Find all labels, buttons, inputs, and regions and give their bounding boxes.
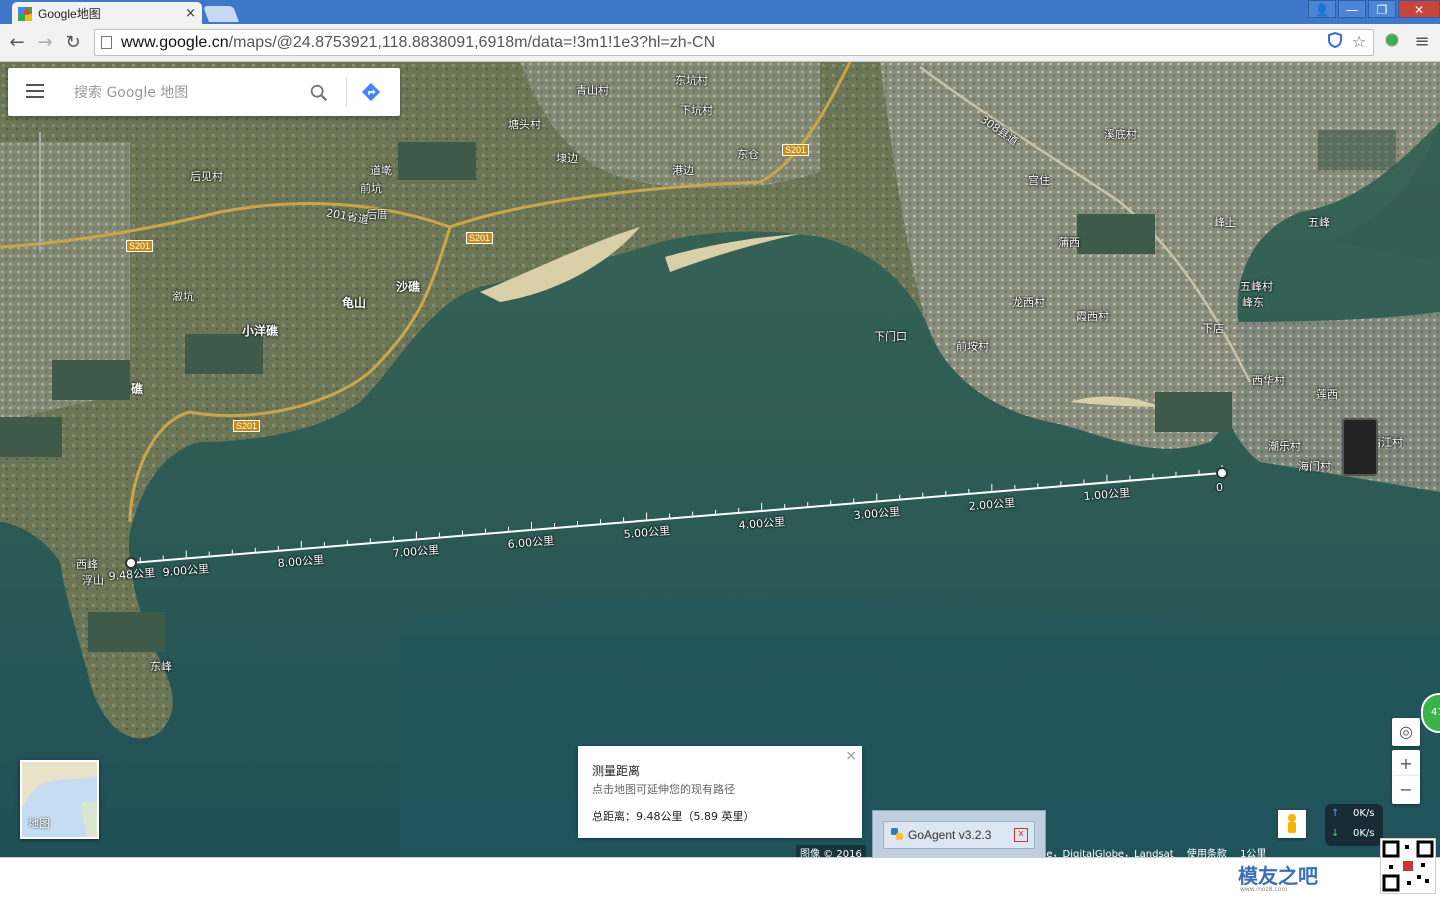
upload-arrow-icon: ↑ — [1331, 808, 1340, 819]
goagent-label: GoAgent v3.2.3 — [908, 828, 992, 842]
tab-close-icon[interactable]: × — [185, 6, 196, 21]
qr-code-icon — [1380, 838, 1436, 894]
satellite-map[interactable]: 青山村 东坑村 下坑村 塘头村 埭边 港边 东仓 后见村 道墘 前坑 后厝 20… — [0, 62, 1440, 857]
google-maps-icon — [18, 6, 32, 21]
pegman-icon[interactable] — [1278, 810, 1306, 838]
reload-button[interactable]: ↻ — [62, 32, 84, 54]
browser-toolbar: ← → ↻ www.google.cn/maps/@24.8753921,118… — [0, 24, 1440, 62]
ruler-start-point[interactable] — [1216, 467, 1228, 479]
address-bar[interactable]: www.google.cn/maps/@24.8753921,118.88380… — [94, 29, 1374, 56]
zoom-out-button[interactable]: − — [1392, 776, 1420, 804]
download-arrow-icon: ↓ — [1331, 828, 1340, 839]
attribution: 图像 © 2016 — [796, 845, 866, 860]
minimize-button[interactable]: — — [1338, 0, 1366, 18]
window-titlebar: Google地图 × 👤 — ❐ ✕ — [0, 0, 1440, 24]
browser-tab[interactable]: Google地图 × — [12, 2, 202, 24]
my-location-button[interactable]: ◎ — [1392, 718, 1420, 746]
page-icon — [101, 36, 112, 49]
upload-speed: 0K/s — [1353, 808, 1375, 819]
close-icon[interactable]: x — [1014, 828, 1028, 842]
chrome-menu-icon[interactable]: ≡ — [1412, 32, 1432, 52]
minimap-label: 地图 — [28, 817, 50, 830]
download-speed: 0K/s — [1353, 828, 1375, 839]
tab-title: Google地图 — [38, 6, 101, 21]
divider — [346, 78, 347, 106]
maximize-button[interactable]: ❐ — [1368, 0, 1396, 18]
map-type-toggle[interactable]: 地图 — [20, 760, 99, 839]
goagent-item[interactable]: GoAgent v3.2.3 x — [883, 821, 1035, 849]
menu-icon[interactable] — [26, 84, 44, 98]
directions-icon[interactable] — [360, 81, 382, 103]
measure-title: 测量距离 — [592, 764, 641, 778]
zoom-in-button[interactable]: + — [1392, 750, 1420, 778]
close-window-button[interactable]: ✕ — [1398, 0, 1440, 18]
bookmark-star-icon[interactable]: ☆ — [1349, 32, 1369, 52]
watermark-logo: 模友之吧 — [1238, 864, 1318, 888]
measure-distance-card: 测量距离 点击地图可延伸您的现有路径 总距离：9.48公里（5.89 英里） × — [578, 746, 862, 838]
search-box — [8, 68, 400, 116]
phone-widget-icon[interactable] — [1342, 418, 1378, 476]
url-text: www.google.cn/maps/@24.8753921,118.88380… — [121, 34, 716, 51]
search-icon[interactable] — [308, 82, 330, 104]
extension-green-icon[interactable] — [1382, 32, 1402, 52]
close-icon[interactable]: × — [845, 748, 857, 764]
python-icon — [890, 826, 904, 845]
watermark-url: www.moz8.com — [1240, 886, 1288, 893]
distance-ruler — [125, 465, 1228, 569]
ruler-line — [130, 472, 1223, 564]
forward-button[interactable]: → — [34, 32, 56, 54]
goagent-panel: GoAgent v3.2.3 x — [872, 810, 1046, 858]
bottom-strip — [0, 857, 1440, 901]
total-distance: 总距离：9.48公里（5.89 英里） — [592, 810, 755, 823]
network-speed-widget: ↑ 0K/s ↓ 0K/s — [1325, 804, 1383, 846]
new-tab-button[interactable] — [203, 6, 239, 22]
user-icon[interactable]: 👤 — [1308, 0, 1336, 18]
ruler-start-label: 0 — [1216, 481, 1223, 494]
back-button[interactable]: ← — [6, 32, 28, 54]
measure-hint: 点击地图可延伸您的现有路径 — [592, 783, 735, 796]
shield-extension-icon[interactable] — [1325, 31, 1345, 52]
search-input[interactable] — [72, 82, 296, 104]
